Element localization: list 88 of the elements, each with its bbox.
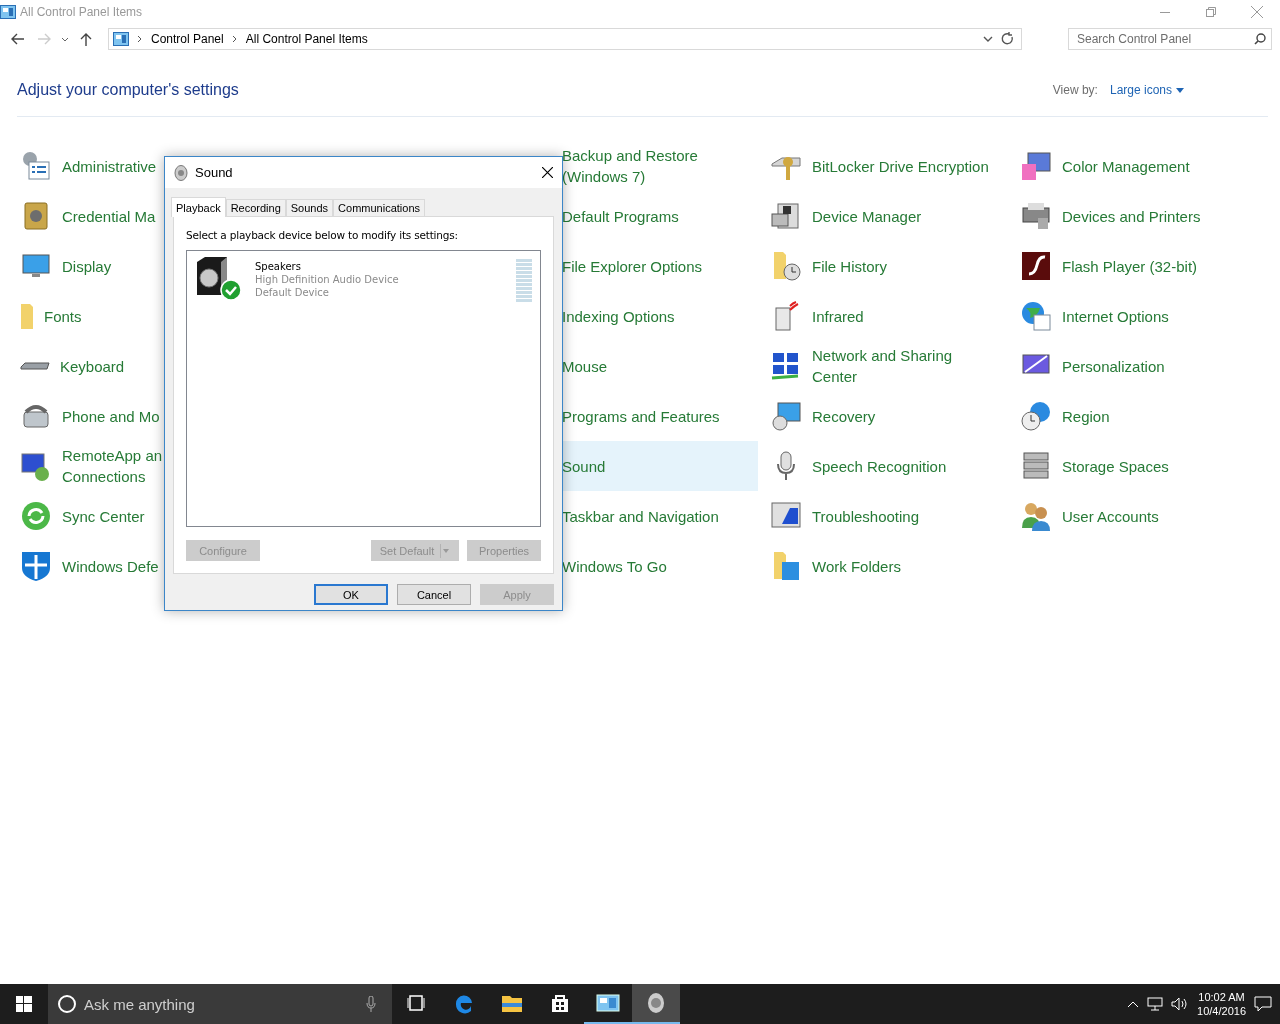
tab[interactable]: Recording [225,199,286,216]
minimize-icon [1160,11,1170,13]
page-heading: Adjust your computer's settings [17,81,239,99]
level-meter [516,259,532,305]
folder-icon [20,302,34,330]
control-panel-item[interactable]: BitLocker Drive Encryption [762,141,989,191]
control-panel-icon [596,994,620,1012]
dialog-button[interactable]: OK [314,584,388,605]
control-panel-item[interactable]: Network and Sharing Center [762,341,953,391]
device-name: Speakers [255,260,302,273]
refresh-icon[interactable] [1001,32,1015,46]
close-icon [541,167,553,178]
control-panel-item[interactable]: Speech Recognition [762,441,947,491]
dialog-button[interactable]: Cancel [397,584,471,605]
store-icon [550,993,570,1013]
view-by-dropdown[interactable]: Large icons [1109,83,1184,97]
control-panel-item[interactable]: Devices and Printers [1012,191,1201,241]
search-field[interactable]: Search Control Panel [1068,28,1272,50]
sync-icon [20,500,52,532]
control-panel-item[interactable]: User Accounts [1012,491,1159,541]
circle-icon [57,994,77,1014]
control-panel-icon [113,32,129,46]
volume-icon[interactable] [1171,997,1190,1011]
chevron-down-icon [61,36,69,42]
control-panel-item[interactable]: Infrared [762,291,864,341]
restore-icon [1206,7,1216,17]
printer-icon [1020,200,1052,232]
region-icon [1020,400,1052,432]
window-title: All Control Panel Items [20,5,143,19]
chevron-icon [231,35,238,43]
control-panel-item[interactable]: Keyboard [12,341,125,391]
control-panel-item[interactable]: Troubleshooting [762,491,919,541]
control-panel-item[interactable]: Credential Ma [12,191,156,241]
server-icon [770,200,802,232]
device-status: Default Device [255,286,330,299]
globe-icon [1020,300,1052,332]
flash-icon [1020,250,1052,282]
control-panel-item[interactable]: Recovery [762,391,876,441]
control-panel-item[interactable]: Windows Defe [12,541,159,591]
control-panel-item[interactable]: Phone and Mo [12,391,160,441]
chevron-up-icon[interactable] [1127,1000,1140,1008]
breadcrumb[interactable]: All Control Panel Items [241,32,372,46]
dropdown-icon[interactable] [983,36,993,42]
shield-icon [20,550,52,582]
control-panel-item[interactable]: Device Manager [762,191,922,241]
control-panel-item[interactable]: Display [12,241,112,291]
speaker-icon [646,992,666,1014]
disks-icon [1020,450,1052,482]
search-icon [1254,33,1266,45]
device-driver: High Definition Audio Device [255,273,399,286]
keyboard-icon [20,362,50,370]
dropdown-icon [440,543,451,558]
control-panel-item[interactable]: Administrative [12,141,157,191]
tab[interactable]: Playback [171,197,226,217]
notification-icon[interactable] [1254,996,1272,1012]
checklist-icon [20,150,52,182]
chevron-icon [137,35,143,43]
folder-icon [501,993,523,1013]
taskbar-search-field[interactable]: Ask me anything [48,984,392,1024]
control-panel-item[interactable]: Fonts [12,291,82,341]
control-panel-item[interactable]: Color Management [1012,141,1190,191]
control-panel-item[interactable]: Work Folders [762,541,901,591]
dialog-title: Sound [195,165,233,180]
control-panel-item[interactable]: File History [762,241,887,291]
control-panel-item[interactable]: Personalization [1012,341,1165,391]
view-by-label: View by: [1052,83,1098,97]
address-bar[interactable]: Control Panel All Control Panel Items [108,28,1022,50]
breadcrumb[interactable]: Control Panel [147,32,228,46]
recovery-icon [770,400,802,432]
tab[interactable]: Communications [333,199,425,216]
speaker-icon[interactable] [195,256,243,302]
taskbar-clock[interactable]: 10:02 AM 10/4/2016 [1197,990,1246,1018]
task-view-icon [407,995,425,1011]
control-panel-item[interactable]: Region [1012,391,1110,441]
close-icon [1251,6,1263,18]
control-panel-item[interactable]: Sync Center [12,491,145,541]
dropdown-icon [1176,87,1184,93]
windows-logo-icon [16,996,32,1012]
control-panel-item[interactable]: Flash Player (32-bit) [1012,241,1198,291]
speaker-icon [174,164,188,181]
control-panel-item[interactable]: Internet Options [1012,291,1169,341]
people-icon [1020,500,1052,532]
network-icon[interactable] [1147,997,1164,1011]
instruction-text: Select a playback device below to modify its settings: [186,229,459,241]
control-panel-item[interactable]: RemoteApp an Connections [12,441,163,491]
tab[interactable]: Sounds [285,199,334,216]
microphone-icon[interactable] [366,996,376,1012]
control-panel-item[interactable]: Storage Spaces [1012,441,1169,491]
